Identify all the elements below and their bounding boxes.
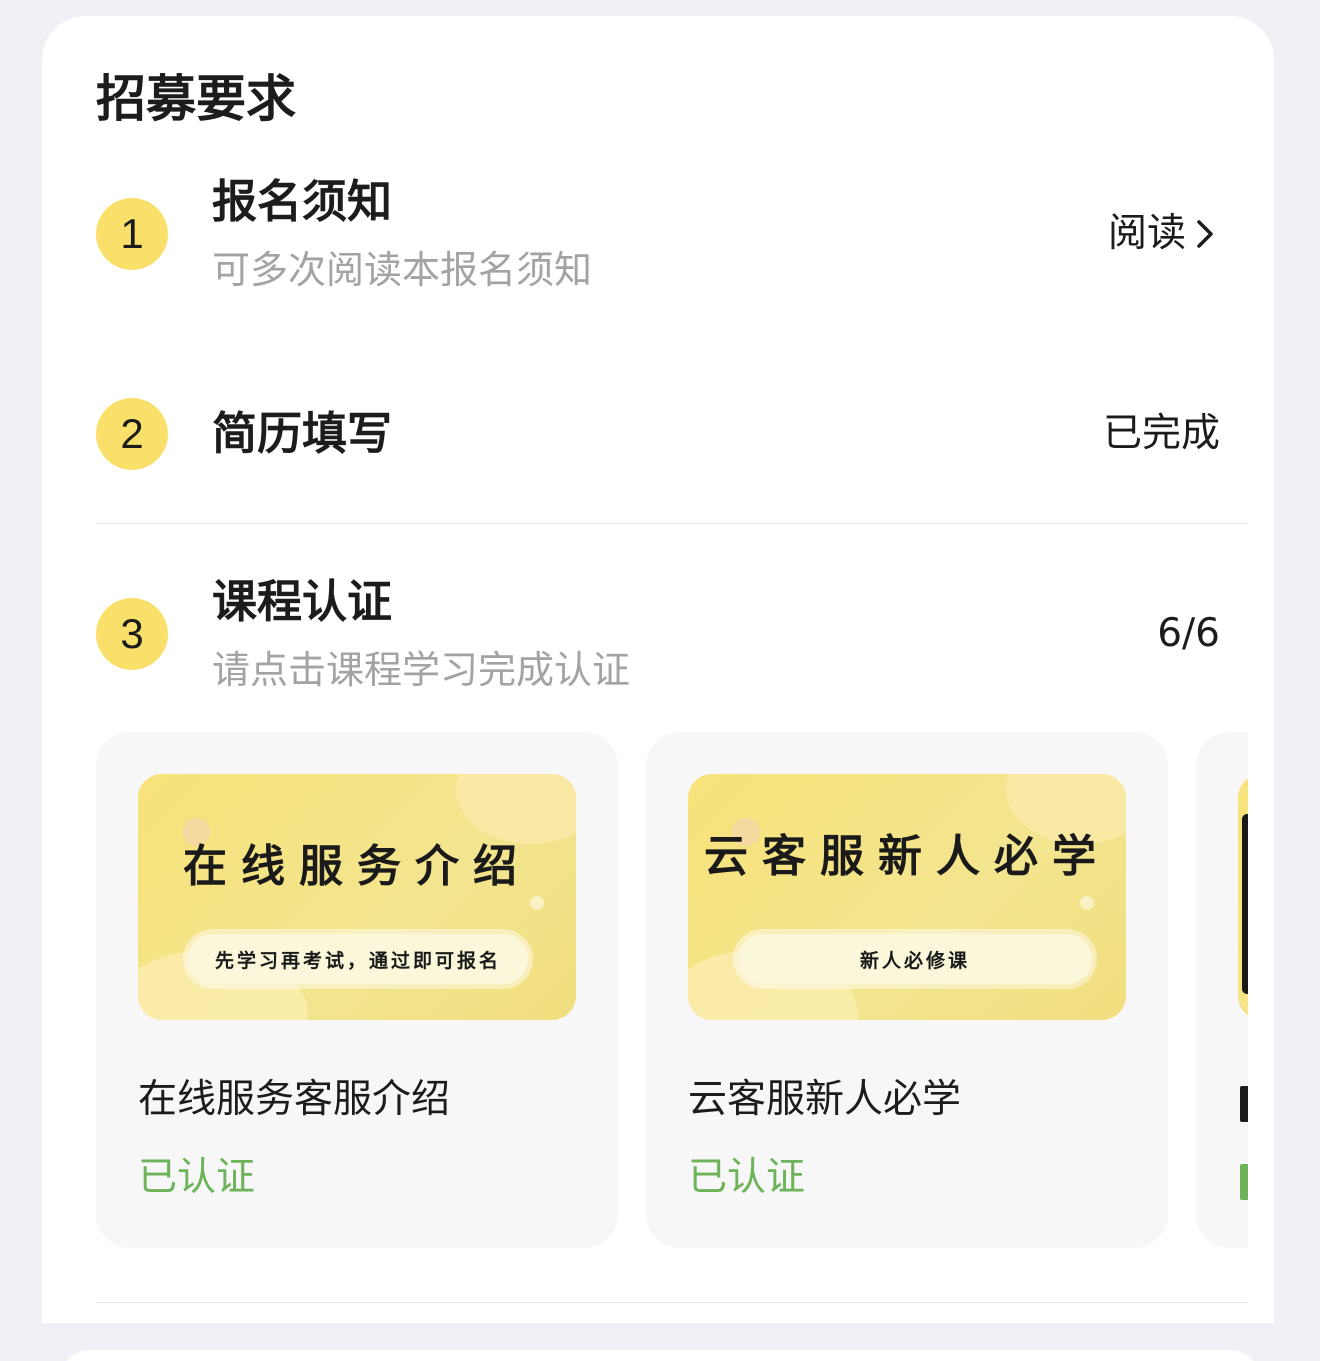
section-title: 招募要求 (96, 70, 296, 128)
course-status: 已认证 (688, 1155, 806, 1200)
course-thumbnail: 在线服务介绍 先学习再考试，通过即可报名 (138, 774, 576, 1020)
course-name: 在线服务客服介绍 (138, 1077, 451, 1122)
partial-course-status (1240, 1164, 1248, 1200)
course-thumbnail: 云客服新人必学 新人必修课 (688, 774, 1126, 1020)
step-2-badge: 2 (96, 398, 168, 470)
step-2-title: 简历填写 (212, 407, 393, 460)
thumbnail-pill: 先学习再考试，通过即可报名 (188, 934, 528, 984)
course-thumbnail (1238, 774, 1248, 1020)
next-card (60, 1350, 1260, 1361)
course-status: 已认证 (138, 1155, 256, 1200)
partial-course-name (1240, 1086, 1248, 1122)
read-label: 阅读 (1107, 211, 1186, 256)
step-1-badge: 1 (96, 198, 168, 270)
course-carousel[interactable]: 在线服务介绍 先学习再考试，通过即可报名 在线服务客服介绍 已认证 云客服新人必… (96, 732, 1248, 1248)
course-card-partial[interactable] (1196, 732, 1248, 1248)
page: 招募要求 1 报名须知 可多次阅读本报名须知 阅读 2 简历填写 已完成 3 课… (0, 0, 1320, 1361)
bottom-divider (96, 1302, 1248, 1303)
step-3-badge: 3 (96, 598, 168, 670)
step-1-title: 报名须知 (212, 175, 393, 228)
course-name: 云客服新人必学 (688, 1077, 962, 1122)
resume-status: 已完成 (1102, 411, 1220, 456)
course-card-online-service[interactable]: 在线服务介绍 先学习再考试，通过即可报名 在线服务客服介绍 已认证 (96, 732, 618, 1248)
course-progress: 6/6 (1157, 611, 1220, 656)
course-card-newcomer[interactable]: 云客服新人必学 新人必修课 云客服新人必学 已认证 (646, 732, 1168, 1248)
step-3-subtitle: 请点击课程学习完成认证 (212, 648, 631, 692)
read-notice-button[interactable]: 阅读 (1108, 208, 1220, 260)
step-1-subtitle: 可多次阅读本报名须知 (212, 248, 593, 292)
divider (96, 523, 1248, 524)
thumbnail-title: 在线服务介绍 (183, 841, 531, 892)
thumbnail-pill: 新人必修课 (738, 934, 1092, 984)
thumbnail-title: 云客服新人必学 (704, 831, 1110, 882)
step-3-title: 课程认证 (212, 575, 393, 628)
chevron-right-icon (1197, 220, 1213, 248)
